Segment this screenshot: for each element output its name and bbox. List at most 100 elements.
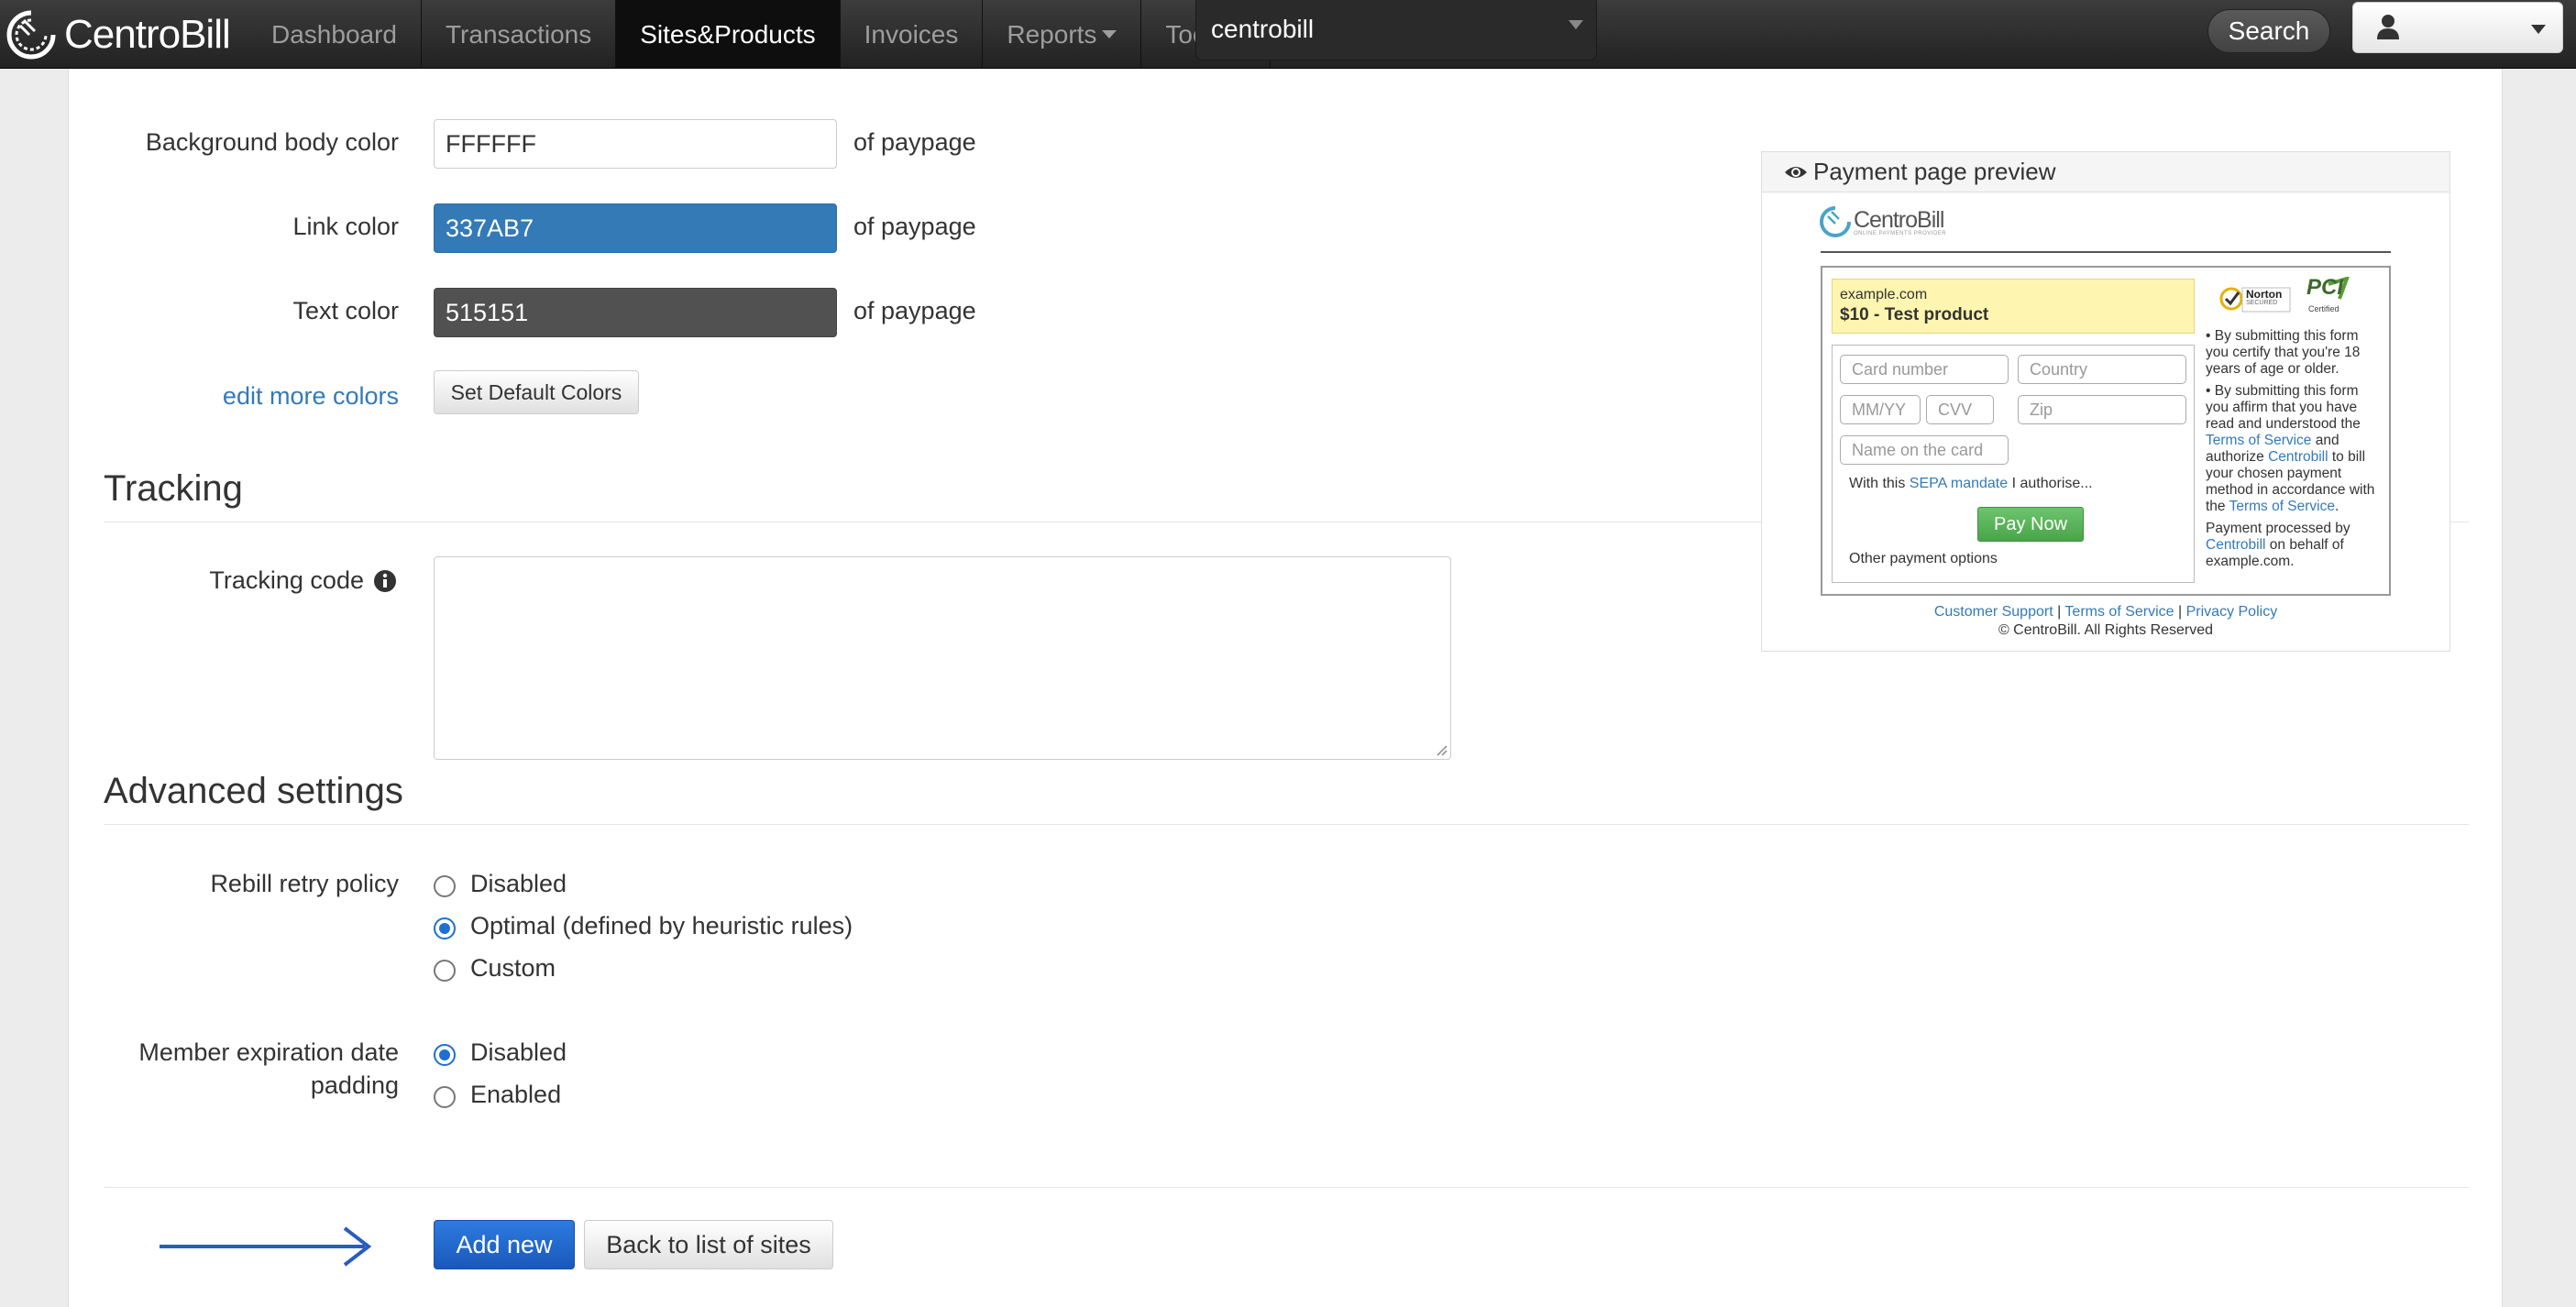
advanced-settings-title: Advanced settings bbox=[104, 771, 403, 811]
nav-transactions[interactable]: Transactions bbox=[422, 0, 617, 69]
bg-color-label: Background body color bbox=[145, 128, 399, 156]
top-navbar: CentroBill Dashboard Transactions Sites&… bbox=[0, 0, 2576, 69]
rebill-disabled-label[interactable]: Disabled bbox=[470, 870, 567, 898]
processed-centrobill-link: Centrobill bbox=[2206, 537, 2266, 553]
expiration-enabled-label[interactable]: Enabled bbox=[470, 1081, 561, 1109]
main-panel: Background body color FFFFFF of paypage … bbox=[68, 69, 2503, 1307]
rebill-optimal-label[interactable]: Optimal (defined by heuristic rules) bbox=[470, 912, 853, 940]
notice2-centrobill-link: Centrobill bbox=[2268, 449, 2328, 465]
footer-sep: | bbox=[2174, 604, 2186, 620]
preview-product-site: example.com bbox=[1840, 287, 1928, 302]
preview-other-payment-options: Other payment options bbox=[1849, 551, 1998, 566]
preview-copyright: © CentroBill. All Rights Reserved bbox=[1998, 622, 2214, 638]
rebill-custom-label[interactable]: Custom bbox=[470, 954, 556, 983]
preview-pay-now-button: Pay Now bbox=[1977, 507, 2084, 542]
notice2-tos2-link: Terms of Service bbox=[2229, 499, 2335, 514]
preview-product-name: $10 - Test product bbox=[1840, 305, 1989, 324]
norton-badge-label: Norton bbox=[2246, 288, 2283, 301]
footer-tos-link: Terms of Service bbox=[2064, 604, 2174, 620]
text-color-label: Text color bbox=[292, 297, 399, 324]
back-to-list-button[interactable]: Back to list of sites bbox=[584, 1220, 833, 1269]
processed-pre: Payment processed by bbox=[2206, 521, 2350, 536]
preview-notice-age: • By submitting this form you certify th… bbox=[2206, 328, 2361, 377]
chevron-down-icon bbox=[2531, 25, 2546, 34]
centrobill-logo-icon bbox=[1820, 206, 1851, 237]
preview-checkout-box: example.com $10 - Test product Card numb… bbox=[1821, 266, 2391, 596]
preview-footer: Customer Support | Terms of Service | Pr… bbox=[1762, 603, 2449, 640]
tracking-code-label: Tracking code bbox=[209, 566, 364, 594]
text-color-input[interactable]: 515151 bbox=[434, 288, 837, 337]
expiration-label-line2: padding bbox=[310, 1071, 399, 1099]
preview-logo-text: CentroBill bbox=[1854, 207, 1944, 233]
preview-notice-terms: • By submitting this form you affirm tha… bbox=[2206, 383, 2380, 515]
preview-card-form: Card number Country MM/YY CVV Zip Name o… bbox=[1832, 345, 2195, 583]
sepa-mandate-link: SEPA mandate bbox=[1909, 476, 2009, 491]
edit-more-colors-link[interactable]: edit more colors bbox=[69, 382, 399, 411]
site-selector[interactable]: centrobill bbox=[1195, 0, 1597, 60]
centrobill-logo-icon bbox=[6, 10, 56, 59]
divider bbox=[104, 824, 2469, 825]
preview-product-box: example.com $10 - Test product bbox=[1832, 279, 2195, 334]
norton-badge-sub: SECURED bbox=[2246, 300, 2278, 306]
payment-page-preview: Payment page preview CentroBill ONLINE P… bbox=[1761, 151, 2450, 652]
preview-card-number-field: Card number bbox=[1840, 355, 2009, 384]
nav-reports[interactable]: Reports bbox=[983, 0, 1142, 69]
bg-color-input[interactable]: FFFFFF bbox=[434, 119, 837, 169]
preview-divider bbox=[1821, 251, 2391, 253]
pci-badge-label: PCI bbox=[2306, 275, 2344, 300]
site-selector-value: centrobill bbox=[1211, 15, 1315, 43]
notice2-end: . bbox=[2335, 499, 2339, 514]
divider bbox=[104, 1187, 2469, 1188]
preview-expiry-field: MM/YY bbox=[1840, 395, 1921, 424]
expiration-disabled-radio[interactable] bbox=[434, 1044, 456, 1066]
resize-handle-icon[interactable] bbox=[1435, 743, 1448, 756]
preview-name-field: Name on the card bbox=[1840, 435, 2009, 465]
pci-badge-sub: Certified bbox=[2308, 304, 2339, 313]
rebill-retry-label: Rebill retry policy bbox=[210, 870, 399, 897]
brand-name: CentroBill bbox=[64, 11, 231, 57]
annotation-arrow-icon bbox=[160, 1226, 372, 1267]
info-icon[interactable] bbox=[373, 569, 397, 593]
preview-country-field: Country bbox=[2018, 355, 2186, 384]
set-default-colors-button[interactable]: Set Default Colors bbox=[434, 370, 639, 414]
eye-icon bbox=[1785, 167, 1807, 178]
preview-title: Payment page preview bbox=[1813, 158, 2056, 185]
nav-dashboard[interactable]: Dashboard bbox=[248, 0, 422, 69]
tracking-section-title: Tracking bbox=[104, 468, 243, 509]
preview-cvv-field: CVV bbox=[1926, 395, 1994, 424]
brand[interactable]: CentroBill bbox=[4, 0, 231, 69]
user-menu-button[interactable] bbox=[2352, 2, 2563, 53]
tracking-code-textarea[interactable] bbox=[434, 556, 1451, 760]
link-color-label: Link color bbox=[292, 213, 399, 240]
add-new-button[interactable]: Add new bbox=[434, 1220, 575, 1269]
user-icon bbox=[2377, 15, 2399, 39]
notice2-pre: • By submitting this form you affirm tha… bbox=[2206, 383, 2361, 432]
expiration-enabled-radio[interactable] bbox=[434, 1086, 456, 1108]
expiration-disabled-label[interactable]: Disabled bbox=[470, 1038, 567, 1067]
preview-logo-subtitle: ONLINE PAYMENTS PROVIDER bbox=[1854, 231, 1947, 236]
bg-color-suffix: of paypage bbox=[853, 128, 976, 156]
text-color-suffix: of paypage bbox=[853, 297, 976, 324]
nav-reports-label: Reports bbox=[1007, 19, 1097, 49]
chevron-down-icon bbox=[1569, 20, 1583, 29]
nav-invoices[interactable]: Invoices bbox=[841, 0, 984, 69]
rebill-disabled-radio[interactable] bbox=[434, 875, 456, 897]
rebill-custom-radio[interactable] bbox=[434, 960, 456, 982]
rebill-optimal-radio[interactable] bbox=[434, 917, 456, 939]
expiration-label-line1: Member expiration date bbox=[138, 1038, 399, 1066]
preview-zip-field: Zip bbox=[2018, 395, 2186, 424]
preview-processed-by: Payment processed by Centrobill on behal… bbox=[2206, 521, 2380, 570]
preview-legal-notices: • By submitting this form you certify th… bbox=[2206, 328, 2380, 576]
sepa-pre: With this bbox=[1849, 476, 1910, 491]
nav-sites-products[interactable]: Sites&Products bbox=[616, 0, 841, 69]
notice2-tos-link: Terms of Service bbox=[2206, 433, 2312, 448]
footer-privacy-link: Privacy Policy bbox=[2185, 604, 2278, 620]
chevron-down-icon bbox=[1102, 30, 1117, 38]
footer-support-link: Customer Support bbox=[1933, 604, 2053, 620]
link-color-input[interactable]: 337AB7 bbox=[434, 203, 837, 253]
preview-header: Payment page preview bbox=[1762, 152, 2449, 192]
sepa-post: I authorise... bbox=[2008, 476, 2093, 491]
link-color-suffix: of paypage bbox=[853, 213, 976, 240]
footer-sep: | bbox=[2053, 604, 2065, 620]
search-button[interactable]: Search bbox=[2207, 9, 2330, 53]
